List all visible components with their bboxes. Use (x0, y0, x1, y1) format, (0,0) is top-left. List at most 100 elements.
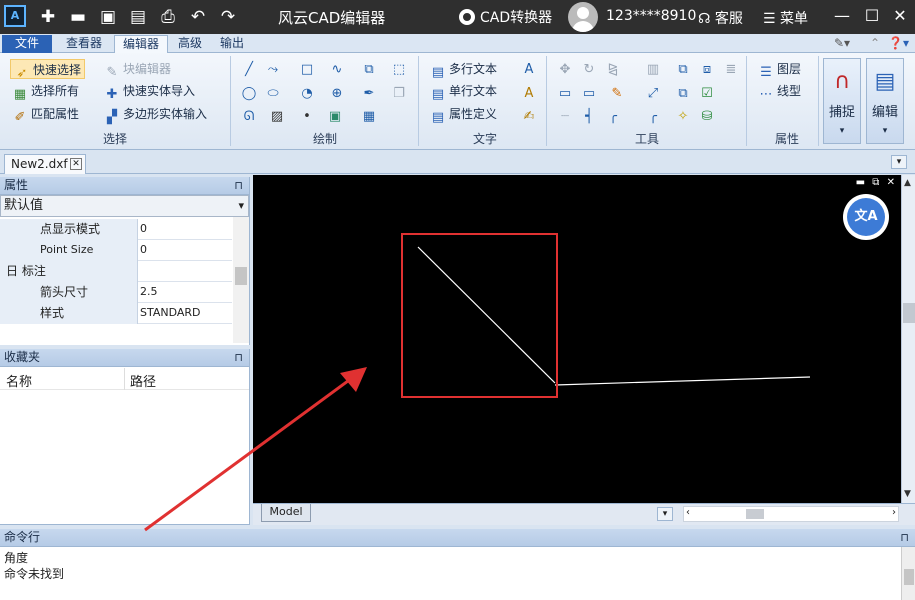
close-button[interactable]: ✕ (890, 6, 910, 26)
close-tab-icon[interactable]: ✕ (70, 158, 82, 170)
drawing-canvas[interactable]: ▬ ⧉ ✕ 文A (253, 175, 901, 503)
dot-icon[interactable]: • (298, 108, 316, 126)
print-icon[interactable]: ⎙ (158, 7, 178, 27)
offset-icon[interactable]: ┈ (556, 108, 574, 126)
circle-icon[interactable]: ◯ (240, 85, 258, 103)
save-as-icon[interactable]: ▤ (128, 7, 148, 27)
undo-icon[interactable]: ↶ (188, 7, 208, 27)
line-icon[interactable]: ╱ (240, 61, 258, 79)
cad-converter-button[interactable]: CAD转换器 (459, 7, 552, 27)
spline-icon[interactable]: ∿ (328, 61, 346, 79)
point-icon[interactable]: ⊕ (328, 85, 346, 103)
text-edit-icon[interactable]: A (520, 85, 538, 103)
property-row[interactable]: Point Size 0 (0, 240, 232, 261)
menu-button[interactable]: ☰ 菜单 (763, 8, 808, 28)
arc-icon[interactable]: ◔ (298, 85, 316, 103)
user-account[interactable]: 123****8910 (606, 8, 696, 24)
trim-icon[interactable]: ▭ (556, 85, 574, 103)
fill-icon[interactable]: ✎ (608, 85, 626, 103)
select-all-button[interactable]: ▦ 选择所有 (12, 81, 79, 102)
quick-entity-import-button[interactable]: ✚ 快速实体导入 (104, 81, 195, 102)
new-file-icon[interactable]: ✚ (38, 7, 58, 27)
array-icon[interactable]: ▥ (644, 61, 662, 79)
scroll-up-icon[interactable]: ▲ (904, 178, 911, 188)
properties-scrollbar[interactable] (233, 217, 249, 343)
column-header-path[interactable]: 路径 (130, 371, 156, 390)
linetype-button[interactable]: ⋯ 线型 (758, 81, 802, 102)
property-value[interactable]: 0 (140, 219, 147, 239)
canvas-horizontal-scrollbar[interactable]: ‹ › (683, 506, 899, 522)
check-icon[interactable]: ☑ (698, 85, 716, 103)
scale-icon[interactable]: ⤢ (644, 85, 662, 103)
quick-select-button[interactable]: ➶ 快速选择 (10, 59, 86, 81)
copy-tool-icon[interactable]: ⧉ (674, 61, 692, 79)
tab-output[interactable]: 输出 (212, 35, 252, 53)
property-value[interactable]: 0 (140, 240, 147, 260)
property-row[interactable]: 箭头尺寸 2.5 (0, 282, 232, 303)
pin-icon[interactable]: ⊓ (234, 177, 243, 194)
save-icon[interactable]: ▣ (98, 7, 118, 27)
table-icon[interactable]: ▦ (360, 108, 378, 126)
layers-button[interactable]: ☰ 图层 (758, 59, 801, 80)
edit-button[interactable]: ▤ 编辑 ▾ (866, 58, 904, 144)
text-pen-icon[interactable]: ✍ (520, 108, 538, 126)
fillet-icon[interactable]: ╭ (604, 108, 622, 126)
list-icon[interactable]: ≣ (722, 61, 740, 79)
explode-icon[interactable]: ⧈ (698, 61, 716, 79)
purge-icon[interactable]: ⛁ (698, 108, 716, 126)
redo-icon[interactable]: ↷ (218, 7, 238, 27)
help-icon[interactable]: ❓▾ (880, 35, 915, 53)
tab-editor[interactable]: 编辑器 (114, 35, 169, 53)
tab-viewer[interactable]: 查看器 (58, 35, 110, 53)
revcloud-icon[interactable]: ᘏ (240, 108, 258, 126)
rectangle-icon[interactable]: □ (298, 61, 316, 79)
tab-advanced[interactable]: 高级 (170, 35, 210, 53)
region-icon[interactable]: ⬚ (390, 61, 408, 79)
viewport-controls[interactable]: ▬ ⧉ ✕ (856, 177, 897, 188)
command-scrollbar[interactable] (901, 547, 915, 600)
canvas-vertical-scrollbar[interactable]: ▲ ▼ (901, 175, 915, 503)
scroll-thumb[interactable] (904, 569, 914, 585)
model-tab[interactable]: Model (261, 504, 311, 522)
polygon-entity-input-button[interactable]: ▞ 多边形实体输入 (104, 104, 207, 125)
minimize-button[interactable]: — (832, 6, 852, 26)
chamfer-icon[interactable]: ╭ (644, 108, 662, 126)
scroll-thumb[interactable] (903, 303, 915, 323)
block-insert-icon[interactable]: ⧉ (360, 61, 378, 79)
mtext-button[interactable]: ▤ 多行文本 (430, 59, 497, 80)
mirror-icon[interactable]: ⧎ (604, 61, 622, 79)
pin-icon[interactable]: ⊓ (234, 349, 243, 366)
match-properties-button[interactable]: ✐ 匹配属性 (12, 104, 79, 125)
layout-dropdown[interactable]: ▾ (657, 507, 673, 521)
attdef-button[interactable]: ▤ 属性定义 (430, 104, 497, 125)
property-row[interactable]: 样式 STANDARD (0, 303, 232, 324)
avatar[interactable] (568, 2, 598, 32)
measure-icon[interactable]: ✧ (674, 108, 692, 126)
maximize-button[interactable]: ☐ (862, 6, 882, 26)
tab-list-dropdown[interactable]: ▾ (891, 155, 907, 169)
text-style-icon[interactable]: A (520, 61, 538, 79)
property-value[interactable]: STANDARD (140, 303, 201, 323)
tab-file[interactable]: 文件 (2, 35, 52, 53)
scroll-down-icon[interactable]: ▼ (904, 489, 911, 499)
snap-button[interactable]: ∩ 捕捉 ▾ (823, 58, 861, 144)
ellipse-icon[interactable]: ⬭ (264, 85, 282, 103)
copy-icon[interactable]: ❐ (390, 85, 408, 103)
hatch-icon[interactable]: ▨ (268, 108, 286, 126)
document-tab[interactable]: New2.dxf ✕ (4, 154, 86, 174)
property-category-row[interactable]: 日 标注 (0, 261, 232, 282)
extend-icon[interactable]: ▭ (580, 85, 598, 103)
pen-icon[interactable]: ✒ (360, 85, 378, 103)
scroll-thumb[interactable] (746, 509, 764, 519)
properties-selector[interactable]: 默认值 ▾ (0, 195, 249, 217)
pin-icon[interactable]: ⊓ (900, 529, 909, 546)
stext-button[interactable]: ▤ 单行文本 (430, 81, 497, 102)
open-folder-icon[interactable]: ▬ (68, 7, 88, 27)
property-value[interactable]: 2.5 (140, 282, 158, 302)
scroll-right-icon[interactable]: › (892, 507, 896, 518)
image-icon[interactable]: ▣ (326, 108, 344, 126)
move-icon[interactable]: ✥ (556, 61, 574, 79)
scroll-left-icon[interactable]: ‹ (686, 507, 690, 518)
customer-service-button[interactable]: ☊ 客服 (698, 8, 743, 28)
customize-ribbon-icon[interactable]: ✎▾ (826, 35, 858, 53)
